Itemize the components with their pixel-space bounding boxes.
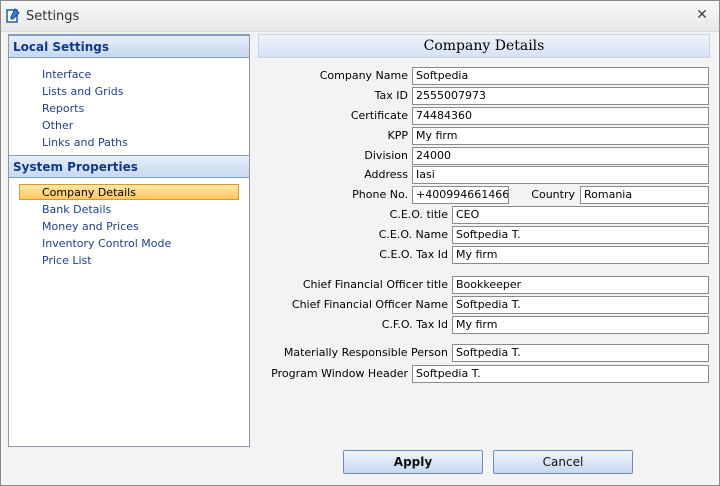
country-field[interactable]: Romania (580, 186, 709, 204)
cfo-title-field[interactable]: Bookkeeper (452, 276, 709, 294)
ceo-name-label: C.E.O. Name (378, 228, 448, 241)
cfo-title-label: Chief Financial Officer title (302, 278, 448, 291)
sidebar-item-other[interactable]: Other (42, 117, 73, 134)
sidebar-item-links-and-paths[interactable]: Links and Paths (42, 134, 128, 151)
tax-id-label: Tax ID (374, 89, 408, 102)
division-label: Division (364, 149, 408, 162)
sidebar-item-inventory-control-mode[interactable]: Inventory Control Mode (42, 235, 171, 252)
cfo-name-label: Chief Financial Officer Name (291, 298, 448, 311)
ceo-title-label: C.E.O. title (389, 208, 448, 221)
window-header-label: Program Window Header (271, 367, 408, 380)
ceo-tax-id-field[interactable]: My firm (452, 246, 709, 264)
sidebar-item-lists-and-grids[interactable]: Lists and Grids (42, 83, 123, 100)
apply-button[interactable]: Apply (343, 450, 483, 474)
kpp-field[interactable]: My firm (412, 127, 709, 145)
settings-window: Settings ✕ Local Settings Interface List… (0, 0, 720, 486)
mrp-field[interactable]: Softpedia T. (452, 344, 709, 362)
page-title: Company Details (258, 34, 710, 58)
phone-label: Phone No. (352, 188, 408, 201)
local-settings-header[interactable]: Local Settings (9, 35, 249, 58)
window-title: Settings (26, 9, 80, 24)
cfo-tax-id-label: C.F.O. Tax Id (381, 318, 448, 331)
certificate-label: Certificate (350, 109, 408, 122)
company-name-field[interactable]: Softpedia (412, 67, 709, 85)
ceo-name-field[interactable]: Softpedia T. (452, 226, 709, 244)
sidebar-item-money-and-prices[interactable]: Money and Prices (42, 218, 139, 235)
tax-id-field[interactable]: 2555007973 (412, 87, 709, 105)
company-name-label: Company Name (319, 69, 408, 82)
settings-navigation: Local Settings Interface Lists and Grids… (8, 34, 250, 447)
sidebar-item-interface[interactable]: Interface (42, 66, 91, 83)
country-label: Country (531, 188, 575, 201)
window-header-field[interactable]: Softpedia T. (412, 365, 709, 383)
mrp-label: Materially Responsible Person (283, 346, 448, 359)
settings-app-icon (6, 8, 20, 23)
ceo-tax-id-label: C.E.O. Tax Id (379, 248, 448, 261)
system-properties-header[interactable]: System Properties (9, 155, 249, 178)
certificate-field[interactable]: 74484360 (412, 107, 709, 125)
close-icon[interactable]: ✕ (695, 8, 709, 22)
cancel-button[interactable]: Cancel (493, 450, 633, 474)
sidebar-item-bank-details[interactable]: Bank Details (42, 201, 111, 218)
cfo-name-field[interactable]: Softpedia T. (452, 296, 709, 314)
division-field[interactable]: 24000 (412, 147, 709, 165)
ceo-title-field[interactable]: CEO (452, 206, 709, 224)
sidebar-item-price-list[interactable]: Price List (42, 252, 92, 269)
sidebar-item-company-details[interactable]: Company Details (19, 184, 239, 200)
kpp-label: KPP (387, 129, 408, 142)
phone-field[interactable]: +400994661466 (412, 186, 509, 204)
cfo-tax-id-field[interactable]: My firm (452, 316, 709, 334)
sidebar-item-reports[interactable]: Reports (42, 100, 84, 117)
address-label: Address (364, 168, 408, 181)
title-bar: Settings ✕ (1, 1, 719, 32)
address-field[interactable]: Iasi (412, 166, 709, 184)
